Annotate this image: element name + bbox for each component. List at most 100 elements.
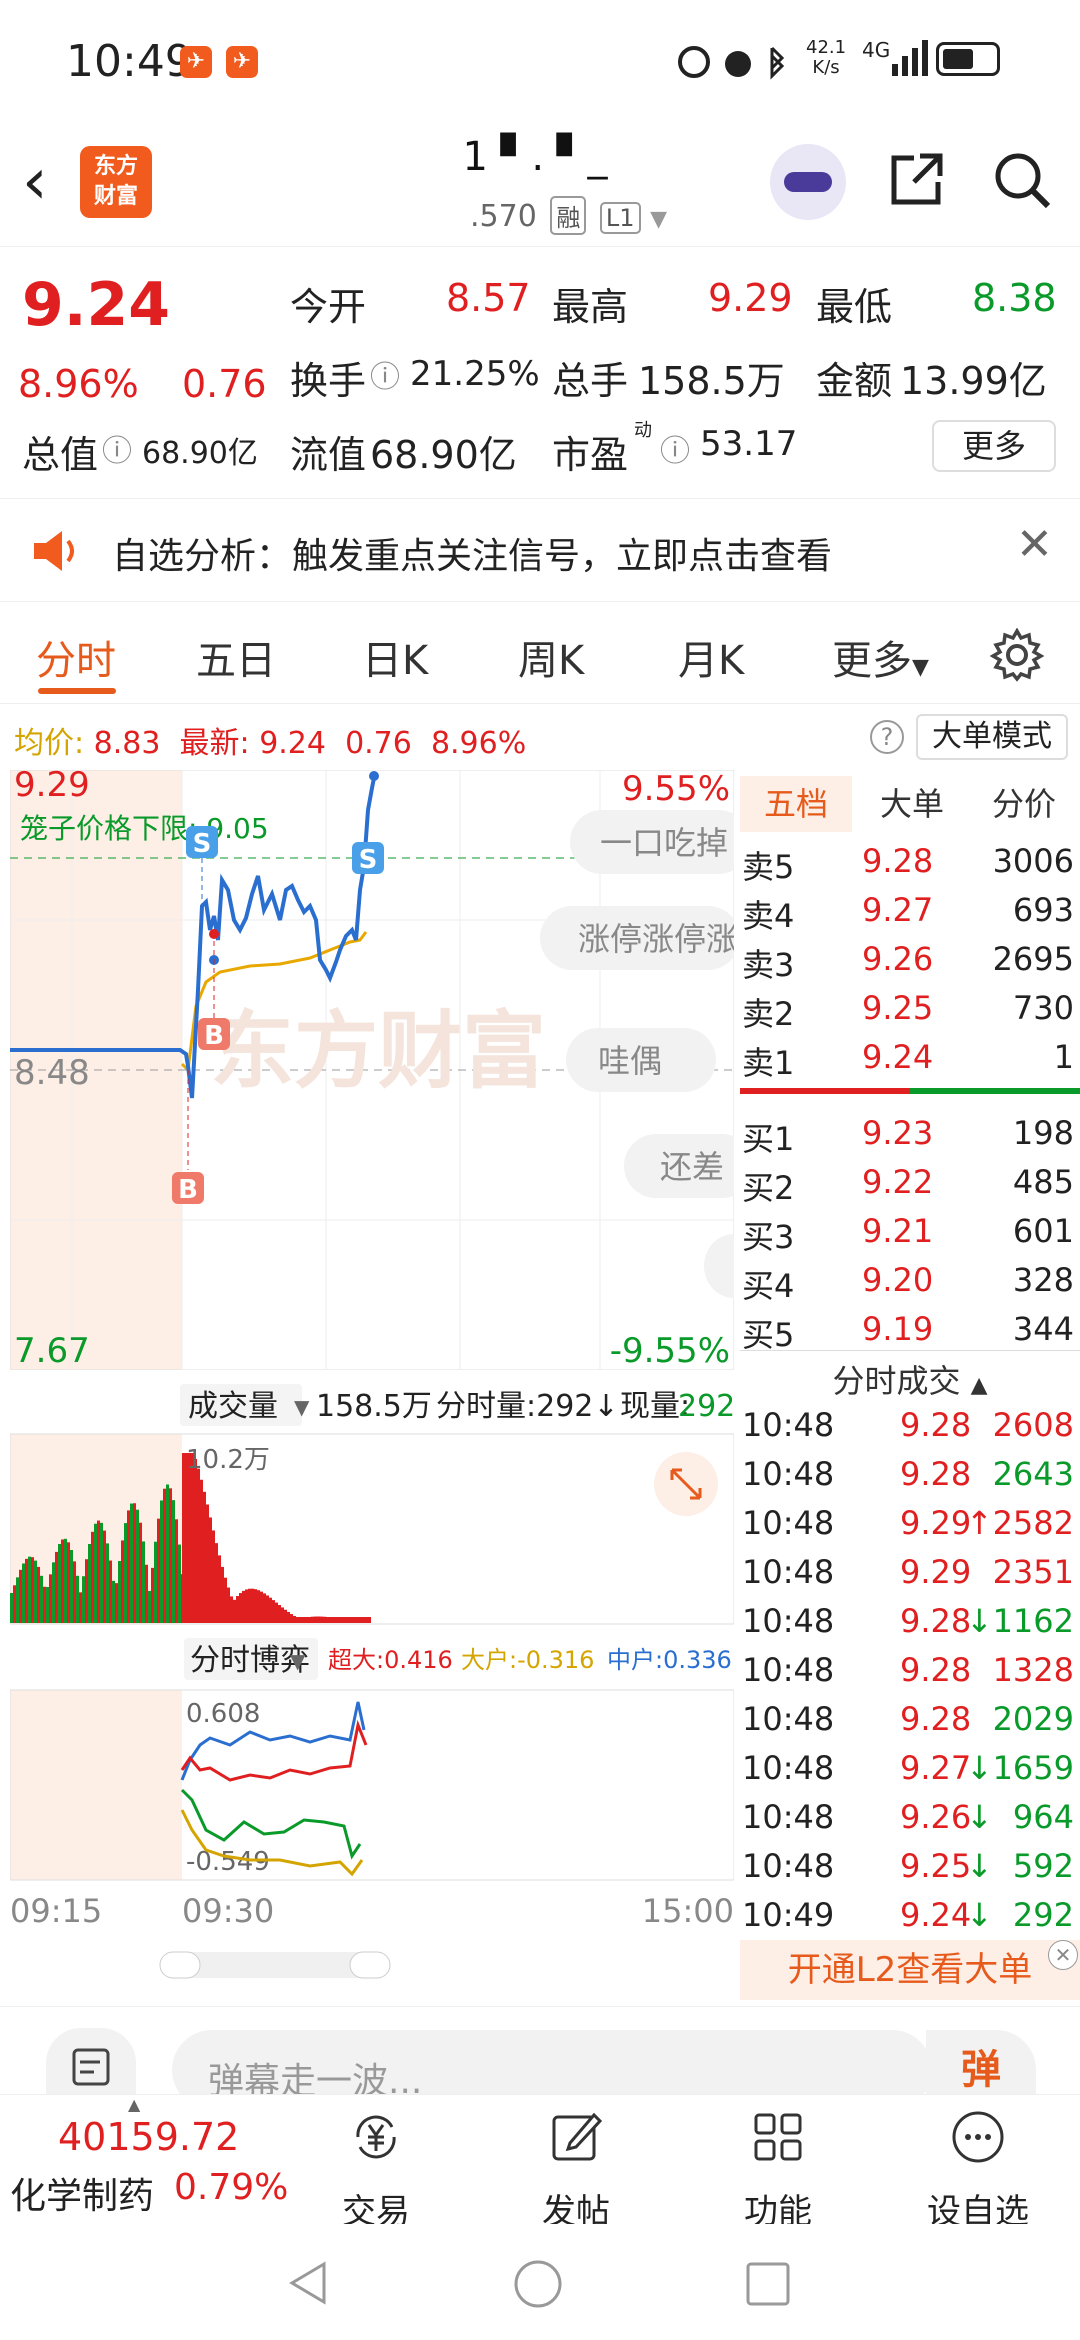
- back-button[interactable]: ‹: [22, 150, 48, 214]
- ask-row[interactable]: 卖1 9.24 1: [740, 1034, 1080, 1082]
- bid-row[interactable]: 买2 9.22 485: [740, 1159, 1080, 1207]
- volume-bar: [148, 1590, 151, 1623]
- tab-monthly-k[interactable]: 月K: [678, 628, 744, 686]
- trade-list: 10:48 9.28 2608 10:48 9.28 2643 10:48 9.29 ↑ 2582…: [740, 1402, 1080, 1942]
- ai-assistant-icon[interactable]: [770, 144, 846, 220]
- notification-app-icon: ✈: [226, 46, 258, 78]
- trade-time: 10:48: [742, 1798, 835, 1836]
- open-label: 今开: [290, 285, 367, 329]
- trade-price: 9.28: [900, 1602, 972, 1640]
- volume-bar: [163, 1488, 166, 1623]
- search-icon[interactable]: [990, 148, 1054, 212]
- index-value[interactable]: 40159.72: [58, 2115, 239, 2159]
- nav-add-watchlist[interactable]: 设自选: [908, 2109, 1048, 2233]
- turnover-label: 换手: [290, 359, 367, 403]
- volume-bar: [323, 1616, 326, 1623]
- ask-row[interactable]: 卖3 9.26 2695: [740, 936, 1080, 984]
- volume-bar: [335, 1617, 338, 1623]
- index-pct[interactable]: 0.79%: [174, 2167, 288, 2208]
- ask-volume: 730: [1012, 989, 1074, 1027]
- volume-bar: [278, 1605, 281, 1623]
- danmu-list-button[interactable]: [46, 2028, 136, 2098]
- volume-bar: [311, 1616, 314, 1623]
- settings-gear-icon[interactable]: [990, 628, 1044, 682]
- ask-row[interactable]: 卖5 9.28 3006: [740, 838, 1080, 886]
- trade-row: 10:48 9.25 ↓ 592: [740, 1843, 1080, 1892]
- nav-trade[interactable]: 交易: [306, 2109, 446, 2233]
- intraday-chart[interactable]: 9.29 8.48 7.67 9.55% -9.55% 笼子价格下限: 9.05…: [10, 770, 734, 2020]
- trade-time: 10:48: [742, 1700, 835, 1738]
- tab-price-distribution[interactable]: 分价: [968, 776, 1080, 832]
- back-triangle-icon[interactable]: [284, 2258, 334, 2308]
- volume-bar: [194, 1458, 197, 1623]
- trade-volume: 592: [1012, 1847, 1074, 1885]
- volume-bar: [100, 1522, 103, 1623]
- tab-daily-k[interactable]: 日K: [362, 628, 428, 686]
- more-button[interactable]: 更多: [932, 420, 1056, 472]
- trade-direction: ↑: [966, 1504, 993, 1542]
- volume-bar: [157, 1518, 160, 1623]
- index-name[interactable]: 化学制药: [10, 2167, 154, 2219]
- pct-value: 8.96%: [430, 726, 527, 761]
- volume-bar: [305, 1617, 308, 1623]
- volume-bar: [130, 1503, 133, 1623]
- trade-volume: 1659: [992, 1749, 1074, 1787]
- tab-intraday[interactable]: 分时: [36, 628, 116, 686]
- ask-row[interactable]: 卖2 9.25 730: [740, 985, 1080, 1033]
- volume-bar: [43, 1586, 46, 1623]
- ask-volume: 1: [1053, 1038, 1074, 1076]
- network-speed: 42.1 K/s: [806, 38, 846, 78]
- tab-big-order[interactable]: 大单: [856, 776, 968, 832]
- recents-square-icon[interactable]: [744, 2260, 792, 2308]
- bid-row[interactable]: 买1 9.23 198: [740, 1110, 1080, 1158]
- volume-bar: [91, 1531, 94, 1623]
- info-icon[interactable]: ⓘ: [660, 426, 690, 470]
- bid-row[interactable]: 买3 9.21 601: [740, 1208, 1080, 1256]
- nav-post[interactable]: 发帖: [506, 2109, 646, 2233]
- volume-bar: [326, 1617, 329, 1623]
- volume-bar: [139, 1522, 142, 1623]
- tab-weekly-k[interactable]: 周K: [518, 628, 584, 686]
- volume-bar: [40, 1575, 43, 1623]
- last-value: 9.24: [259, 726, 326, 761]
- share-icon[interactable]: [884, 148, 948, 212]
- mktcap-value: 68.90亿: [142, 436, 258, 471]
- bid-row[interactable]: 买5 9.19 344: [740, 1306, 1080, 1354]
- big-order-mode-button[interactable]: 大单模式: [916, 714, 1068, 760]
- trades-title[interactable]: 分时成交 ▲: [740, 1356, 1080, 1402]
- game-legend: 超大:0.416大户:-0.316中户:0.336小户:-0.435: [328, 1646, 732, 1674]
- volume-bar: [209, 1517, 212, 1623]
- scrubber-left-handle[interactable]: [159, 1951, 201, 1979]
- nav-functions[interactable]: 功能: [708, 2109, 848, 2233]
- volume-bar: [145, 1564, 148, 1623]
- tab-more[interactable]: 更多▼: [832, 628, 929, 686]
- notice-bar[interactable]: 自选分析：触发重点关注信号，立即点击查看 ✕: [0, 498, 1080, 602]
- home-circle-icon[interactable]: [512, 2258, 564, 2310]
- trades-title-text: 分时成交: [832, 1362, 961, 1400]
- tab-five-level[interactable]: 五档: [740, 776, 852, 832]
- l2-upgrade-banner[interactable]: 开通L2查看大单: [740, 1940, 1080, 2000]
- bid-volume: 198: [1012, 1114, 1074, 1152]
- close-icon[interactable]: ✕: [1048, 1940, 1078, 1970]
- scrubber-right-handle[interactable]: [349, 1951, 391, 1979]
- bid-label: 买3: [742, 1218, 795, 1256]
- trade-direction: ↓: [966, 1749, 993, 1787]
- close-icon[interactable]: ✕: [1016, 519, 1053, 570]
- danmaku-layer: 一口吃掉 涨停涨停涨 哇偶 还差: [540, 810, 734, 1298]
- help-icon[interactable]: ?: [870, 720, 904, 754]
- volume-bar: [296, 1617, 299, 1623]
- chevron-down-icon[interactable]: ▼: [650, 207, 667, 232]
- trade-time: 10:48: [742, 1602, 835, 1640]
- ask-label: 卖5: [742, 848, 795, 886]
- info-icon[interactable]: ⓘ: [102, 426, 132, 470]
- bid-row[interactable]: 买4 9.20 328: [740, 1257, 1080, 1305]
- tab-5day[interactable]: 五日: [196, 628, 276, 686]
- info-icon[interactable]: ⓘ: [370, 352, 400, 396]
- bottom-nav: ▲ 40159.72 化学制药 0.79% 交易 发帖 功能 设自选: [0, 2094, 1080, 2232]
- volume-bar: [344, 1617, 347, 1623]
- ask-row[interactable]: 卖4 9.27 693: [740, 887, 1080, 935]
- brand-logo[interactable]: 东方 财富: [80, 146, 152, 218]
- low-label: 最低: [816, 285, 893, 329]
- volume-bar: [251, 1588, 254, 1623]
- y-bottom-label: 7.67: [14, 1331, 90, 1371]
